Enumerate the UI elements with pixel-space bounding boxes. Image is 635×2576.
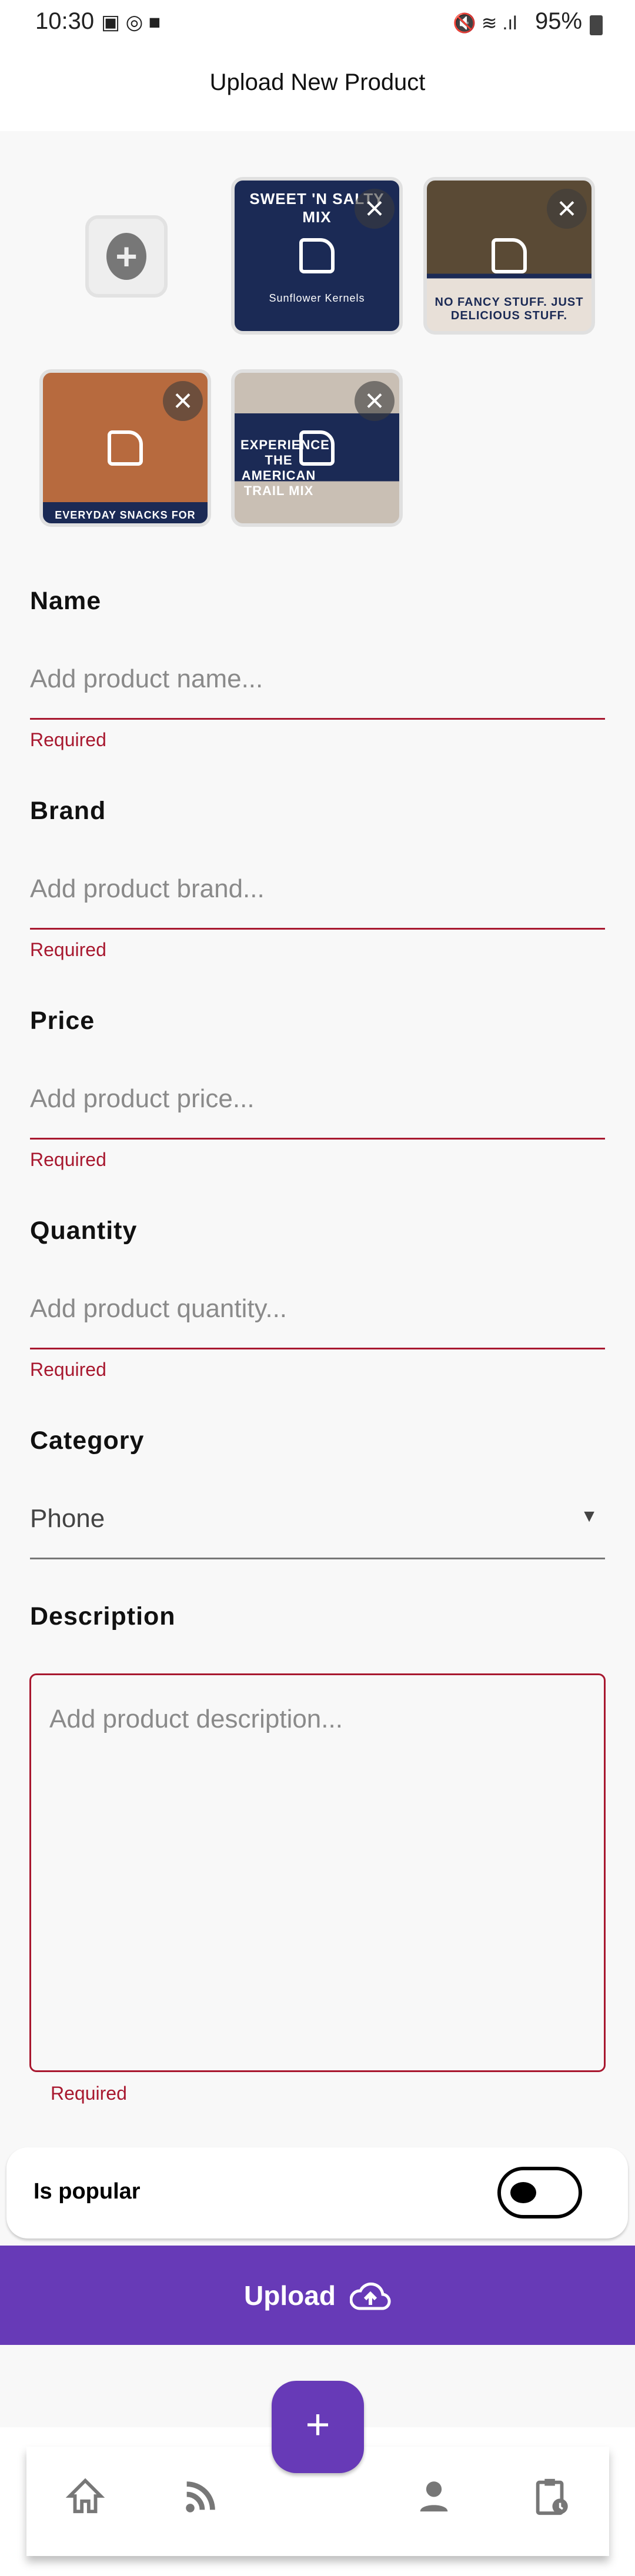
price-label: Price xyxy=(30,1007,95,1035)
name-underline xyxy=(30,718,605,720)
product-image-3[interactable]: EVERYDAY SNACKS FOR EVERY DAY × xyxy=(39,369,211,527)
product-image-1[interactable]: SWEET 'N SALTY MIX Sunflower Kernels × xyxy=(231,177,403,335)
quantity-error: Required xyxy=(30,1359,106,1380)
category-select[interactable]: Phone ▼ xyxy=(30,1504,605,1533)
status-time: 10:30 xyxy=(35,8,95,34)
image-caption: EVERYDAY SNACKS FOR EVERY DAY xyxy=(55,509,196,523)
orders-history-icon[interactable] xyxy=(531,2475,572,2517)
feed-icon[interactable] xyxy=(180,2475,221,2517)
add-fab[interactable]: + xyxy=(272,2381,364,2473)
upload-button[interactable]: Upload xyxy=(0,2246,635,2345)
popular-label: Is popular xyxy=(34,2179,141,2204)
product-image-2[interactable]: NO FANCY STUFF. JUST DELICIOUS STUFF. × xyxy=(423,177,595,335)
category-label: Category xyxy=(30,1426,145,1455)
quantity-label: Quantity xyxy=(30,1217,138,1245)
remove-image-icon[interactable]: × xyxy=(355,381,395,421)
remove-image-icon[interactable]: × xyxy=(547,189,587,229)
image-search-icon xyxy=(108,430,143,466)
image-caption: NO FANCY STUFF. JUST DELICIOUS STUFF. xyxy=(435,296,584,322)
quantity-input[interactable]: Add product quantity... xyxy=(30,1294,287,1324)
battery-icon xyxy=(590,15,603,35)
battery-level: 95% xyxy=(535,8,583,34)
price-input[interactable]: Add product price... xyxy=(30,1084,255,1114)
dropdown-arrow-icon: ▼ xyxy=(580,1506,598,1526)
cloud-upload-icon xyxy=(349,2282,391,2310)
brand-input[interactable]: Add product brand... xyxy=(30,874,265,904)
brand-label: Brand xyxy=(30,797,106,825)
system-icons: 🔇 ≋ .ıl xyxy=(453,12,517,34)
home-icon[interactable] xyxy=(65,2475,106,2517)
image-search-icon xyxy=(492,238,527,273)
popular-toggle[interactable] xyxy=(497,2167,582,2218)
brand-underline xyxy=(30,928,605,930)
image-search-icon xyxy=(299,430,335,466)
description-placeholder: Add product description... xyxy=(49,1705,343,1733)
notification-icons: ▣ ◎ ■ xyxy=(101,11,161,34)
name-input[interactable]: Add product name... xyxy=(30,664,263,694)
image-subcaption: Sunflower Kernels xyxy=(269,292,365,304)
toggle-knob xyxy=(510,2182,536,2203)
add-image-button[interactable]: + xyxy=(85,215,168,298)
plus-icon: + xyxy=(106,233,146,280)
name-error: Required xyxy=(30,729,106,750)
product-image-4[interactable]: EXPERIENCE THE AMERICAN TRAIL MIX × xyxy=(231,369,403,527)
description-error: Required xyxy=(51,2083,127,2104)
name-label: Name xyxy=(30,587,102,615)
price-underline xyxy=(30,1138,605,1140)
remove-image-icon[interactable]: × xyxy=(163,381,203,421)
profile-icon[interactable] xyxy=(413,2475,454,2517)
remove-image-icon[interactable]: × xyxy=(355,189,395,229)
price-error: Required xyxy=(30,1149,106,1170)
category-underline xyxy=(30,1558,605,1559)
page-title: Upload New Product xyxy=(209,69,426,95)
quantity-underline xyxy=(30,1348,605,1349)
image-search-icon xyxy=(299,238,335,273)
description-label: Description xyxy=(30,1602,176,1631)
brand-error: Required xyxy=(30,939,106,960)
category-value: Phone xyxy=(30,1504,105,1533)
upload-label: Upload xyxy=(244,2280,336,2311)
